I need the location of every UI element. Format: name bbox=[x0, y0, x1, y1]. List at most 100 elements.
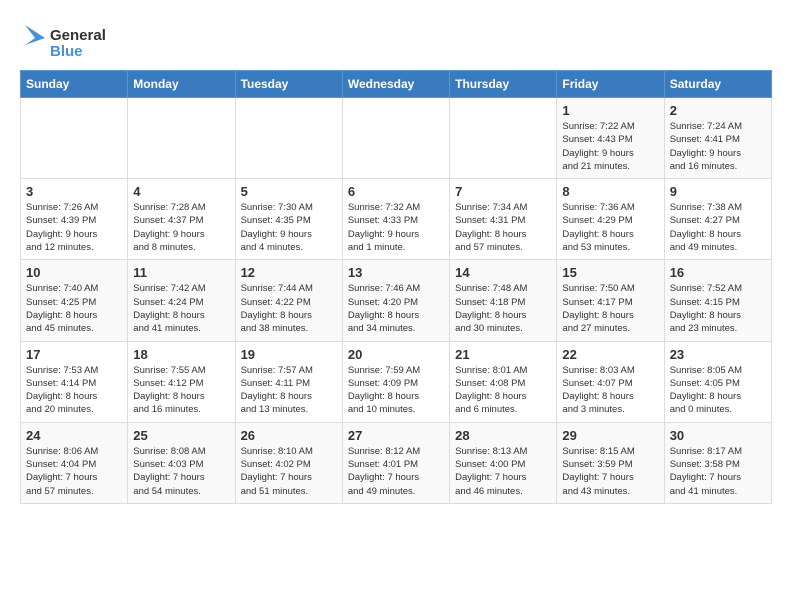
calendar-cell: 16Sunrise: 7:52 AM Sunset: 4:15 PM Dayli… bbox=[664, 260, 771, 341]
day-number: 7 bbox=[455, 184, 551, 199]
calendar-cell: 15Sunrise: 7:50 AM Sunset: 4:17 PM Dayli… bbox=[557, 260, 664, 341]
calendar-cell bbox=[450, 98, 557, 179]
calendar-cell: 4 Sunrise: 7:28 AM Sunset: 4:37 PM Daylig… bbox=[128, 179, 235, 260]
day-info: Sunrise: 8:03 AM Sunset: 4:07 PM Dayligh… bbox=[562, 364, 658, 417]
calendar-cell: 29 Sunrise: 8:15 AM Sunset: 3:59 PM Dayli… bbox=[557, 422, 664, 503]
calendar-week-row: 17 Sunrise: 7:53 AM Sunset: 4:14 PM Dayli… bbox=[21, 341, 772, 422]
calendar-cell: 27 Sunrise: 8:12 AM Sunset: 4:01 PM Dayli… bbox=[342, 422, 449, 503]
day-number: 19 bbox=[241, 347, 337, 362]
day-number: 17 bbox=[26, 347, 122, 362]
day-info: Sunrise: 8:05 AM Sunset: 4:05 PM Dayligh… bbox=[670, 364, 766, 417]
day-info: Sunrise: 7:55 AM Sunset: 4:12 PM Dayligh… bbox=[133, 364, 229, 417]
calendar-cell: 10Sunrise: 7:40 AM Sunset: 4:25 PM Dayli… bbox=[21, 260, 128, 341]
day-number: 6 bbox=[348, 184, 444, 199]
day-info: Sunrise: 7:46 AM Sunset: 4:20 PM Dayligh… bbox=[348, 282, 444, 335]
day-info: Sunrise: 8:12 AM Sunset: 4:01 PM Dayligh… bbox=[348, 445, 444, 498]
day-number: 9 bbox=[670, 184, 766, 199]
day-number: 12 bbox=[241, 265, 337, 280]
day-number: 24 bbox=[26, 428, 122, 443]
day-info: Sunrise: 8:01 AM Sunset: 4:08 PM Dayligh… bbox=[455, 364, 551, 417]
day-info: Sunrise: 7:32 AM Sunset: 4:33 PM Dayligh… bbox=[348, 201, 444, 254]
svg-text:General: General bbox=[50, 27, 106, 44]
calendar-cell bbox=[21, 98, 128, 179]
day-number: 14 bbox=[455, 265, 551, 280]
day-number: 4 bbox=[133, 184, 229, 199]
calendar-header-row: SundayMondayTuesdayWednesdayThursdayFrid… bbox=[21, 71, 772, 98]
day-number: 29 bbox=[562, 428, 658, 443]
day-info: Sunrise: 8:13 AM Sunset: 4:00 PM Dayligh… bbox=[455, 445, 551, 498]
day-info: Sunrise: 7:42 AM Sunset: 4:24 PM Dayligh… bbox=[133, 282, 229, 335]
day-number: 20 bbox=[348, 347, 444, 362]
calendar-cell: 25Sunrise: 8:08 AM Sunset: 4:03 PM Dayli… bbox=[128, 422, 235, 503]
calendar-cell: 5 Sunrise: 7:30 AM Sunset: 4:35 PM Daylig… bbox=[235, 179, 342, 260]
day-info: Sunrise: 7:28 AM Sunset: 4:37 PM Dayligh… bbox=[133, 201, 229, 254]
calendar-cell: 18 Sunrise: 7:55 AM Sunset: 4:12 PM Dayli… bbox=[128, 341, 235, 422]
day-number: 8 bbox=[562, 184, 658, 199]
calendar-cell: 13 Sunrise: 7:46 AM Sunset: 4:20 PM Dayli… bbox=[342, 260, 449, 341]
day-number: 28 bbox=[455, 428, 551, 443]
day-number: 1 bbox=[562, 103, 658, 118]
day-info: Sunrise: 7:38 AM Sunset: 4:27 PM Dayligh… bbox=[670, 201, 766, 254]
day-info: Sunrise: 8:08 AM Sunset: 4:03 PM Dayligh… bbox=[133, 445, 229, 498]
day-number: 2 bbox=[670, 103, 766, 118]
calendar-cell: 21 Sunrise: 8:01 AM Sunset: 4:08 PM Dayli… bbox=[450, 341, 557, 422]
day-info: Sunrise: 7:48 AM Sunset: 4:18 PM Dayligh… bbox=[455, 282, 551, 335]
calendar-cell: 22 Sunrise: 8:03 AM Sunset: 4:07 PM Dayli… bbox=[557, 341, 664, 422]
calendar-cell: 11 Sunrise: 7:42 AM Sunset: 4:24 PM Dayli… bbox=[128, 260, 235, 341]
weekday-header-friday: Friday bbox=[557, 71, 664, 98]
day-info: Sunrise: 7:34 AM Sunset: 4:31 PM Dayligh… bbox=[455, 201, 551, 254]
day-info: Sunrise: 8:10 AM Sunset: 4:02 PM Dayligh… bbox=[241, 445, 337, 498]
day-info: Sunrise: 7:36 AM Sunset: 4:29 PM Dayligh… bbox=[562, 201, 658, 254]
day-number: 22 bbox=[562, 347, 658, 362]
calendar-cell: 8 Sunrise: 7:36 AM Sunset: 4:29 PM Daylig… bbox=[557, 179, 664, 260]
calendar-cell: 14 Sunrise: 7:48 AM Sunset: 4:18 PM Dayli… bbox=[450, 260, 557, 341]
day-info: Sunrise: 8:15 AM Sunset: 3:59 PM Dayligh… bbox=[562, 445, 658, 498]
day-number: 27 bbox=[348, 428, 444, 443]
weekday-header-wednesday: Wednesday bbox=[342, 71, 449, 98]
day-info: Sunrise: 7:22 AM Sunset: 4:43 PM Dayligh… bbox=[562, 120, 658, 173]
calendar-cell: 20 Sunrise: 7:59 AM Sunset: 4:09 PM Dayli… bbox=[342, 341, 449, 422]
day-info: Sunrise: 8:17 AM Sunset: 3:58 PM Dayligh… bbox=[670, 445, 766, 498]
day-number: 26 bbox=[241, 428, 337, 443]
day-info: Sunrise: 7:53 AM Sunset: 4:14 PM Dayligh… bbox=[26, 364, 122, 417]
calendar-week-row: 10Sunrise: 7:40 AM Sunset: 4:25 PM Dayli… bbox=[21, 260, 772, 341]
day-number: 11 bbox=[133, 265, 229, 280]
calendar-cell: 9 Sunrise: 7:38 AM Sunset: 4:27 PM Daylig… bbox=[664, 179, 771, 260]
day-number: 21 bbox=[455, 347, 551, 362]
calendar-cell: 7 Sunrise: 7:34 AM Sunset: 4:31 PM Daylig… bbox=[450, 179, 557, 260]
calendar-cell bbox=[128, 98, 235, 179]
page-header: GeneralBlue bbox=[20, 20, 772, 60]
day-info: Sunrise: 8:06 AM Sunset: 4:04 PM Dayligh… bbox=[26, 445, 122, 498]
day-info: Sunrise: 7:24 AM Sunset: 4:41 PM Dayligh… bbox=[670, 120, 766, 173]
day-info: Sunrise: 7:26 AM Sunset: 4:39 PM Dayligh… bbox=[26, 201, 122, 254]
calendar-cell bbox=[342, 98, 449, 179]
calendar-table: SundayMondayTuesdayWednesdayThursdayFrid… bbox=[20, 70, 772, 504]
calendar-week-row: 3 Sunrise: 7:26 AM Sunset: 4:39 PM Daylig… bbox=[21, 179, 772, 260]
day-info: Sunrise: 7:30 AM Sunset: 4:35 PM Dayligh… bbox=[241, 201, 337, 254]
day-info: Sunrise: 7:52 AM Sunset: 4:15 PM Dayligh… bbox=[670, 282, 766, 335]
day-info: Sunrise: 7:44 AM Sunset: 4:22 PM Dayligh… bbox=[241, 282, 337, 335]
day-info: Sunrise: 7:57 AM Sunset: 4:11 PM Dayligh… bbox=[241, 364, 337, 417]
day-info: Sunrise: 7:40 AM Sunset: 4:25 PM Dayligh… bbox=[26, 282, 122, 335]
calendar-cell: 24 Sunrise: 8:06 AM Sunset: 4:04 PM Dayli… bbox=[21, 422, 128, 503]
weekday-header-monday: Monday bbox=[128, 71, 235, 98]
calendar-cell: 3 Sunrise: 7:26 AM Sunset: 4:39 PM Daylig… bbox=[21, 179, 128, 260]
day-number: 30 bbox=[670, 428, 766, 443]
calendar-cell: 17 Sunrise: 7:53 AM Sunset: 4:14 PM Dayli… bbox=[21, 341, 128, 422]
calendar-cell: 19 Sunrise: 7:57 AM Sunset: 4:11 PM Dayli… bbox=[235, 341, 342, 422]
day-number: 13 bbox=[348, 265, 444, 280]
calendar-cell: 1 Sunrise: 7:22 AM Sunset: 4:43 PM Daylig… bbox=[557, 98, 664, 179]
day-info: Sunrise: 7:59 AM Sunset: 4:09 PM Dayligh… bbox=[348, 364, 444, 417]
weekday-header-thursday: Thursday bbox=[450, 71, 557, 98]
day-number: 23 bbox=[670, 347, 766, 362]
day-number: 3 bbox=[26, 184, 122, 199]
day-number: 18 bbox=[133, 347, 229, 362]
calendar-week-row: 24 Sunrise: 8:06 AM Sunset: 4:04 PM Dayli… bbox=[21, 422, 772, 503]
day-number: 5 bbox=[241, 184, 337, 199]
weekday-header-sunday: Sunday bbox=[21, 71, 128, 98]
calendar-cell: 23 Sunrise: 8:05 AM Sunset: 4:05 PM Dayli… bbox=[664, 341, 771, 422]
calendar-cell: 2 Sunrise: 7:24 AM Sunset: 4:41 PM Daylig… bbox=[664, 98, 771, 179]
svg-text:Blue: Blue bbox=[50, 43, 83, 60]
calendar-cell bbox=[235, 98, 342, 179]
weekday-header-saturday: Saturday bbox=[664, 71, 771, 98]
